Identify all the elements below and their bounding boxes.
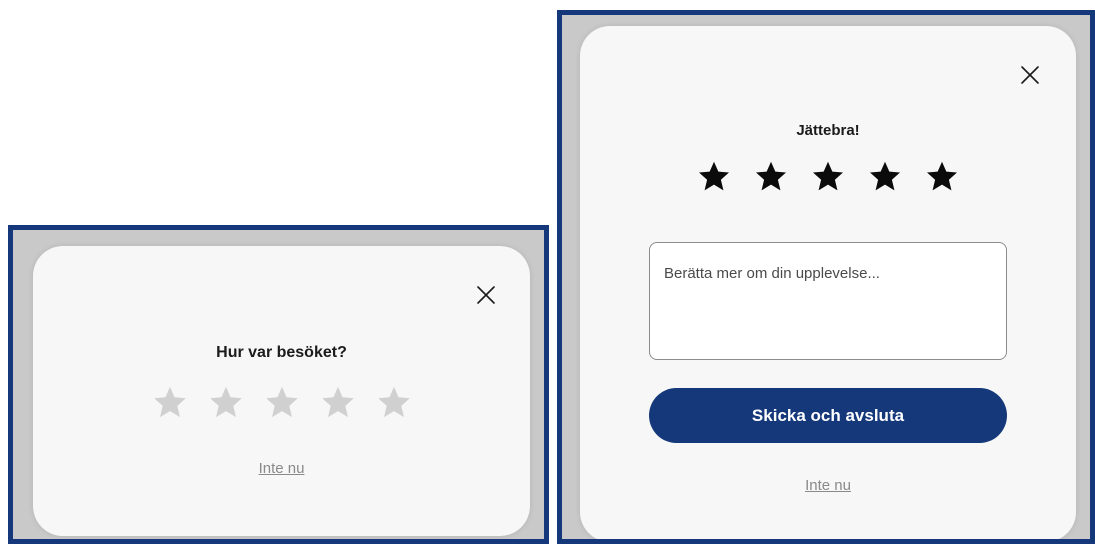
star-4-button[interactable] xyxy=(866,159,904,195)
star-1-button[interactable] xyxy=(150,384,190,422)
rating-card: Jättebra! Skicka och avsluta Inte nu xyxy=(580,26,1076,539)
not-now-link[interactable]: Inte nu xyxy=(33,460,530,477)
star-3-button[interactable] xyxy=(809,159,847,195)
rating-dialog-initial: Hur var besöket? Inte nu xyxy=(8,225,549,544)
close-button[interactable] xyxy=(1015,60,1045,90)
feedback-textarea[interactable] xyxy=(649,242,1007,360)
star-icon xyxy=(265,386,298,418)
star-icon xyxy=(813,161,843,191)
star-icon xyxy=(153,386,186,418)
star-icon xyxy=(209,386,242,418)
star-rating xyxy=(580,159,1076,195)
star-icon xyxy=(870,161,900,191)
rating-dialog-feedback: Jättebra! Skicka och avsluta Inte nu xyxy=(557,10,1095,544)
star-1-button[interactable] xyxy=(695,159,733,195)
dialog-title: Jättebra! xyxy=(796,122,860,139)
star-icon xyxy=(756,161,786,191)
star-2-button[interactable] xyxy=(752,159,790,195)
rating-card: Hur var besöket? Inte nu xyxy=(33,246,530,536)
star-icon xyxy=(377,386,410,418)
star-3-button[interactable] xyxy=(262,384,302,422)
star-icon xyxy=(927,161,957,191)
dialog-title: Hur var besöket? xyxy=(216,344,347,361)
close-icon xyxy=(477,286,495,304)
star-icon xyxy=(699,161,729,191)
star-2-button[interactable] xyxy=(206,384,246,422)
close-icon xyxy=(1021,66,1039,84)
not-now-link[interactable]: Inte nu xyxy=(580,477,1076,494)
star-4-button[interactable] xyxy=(318,384,358,422)
star-5-button[interactable] xyxy=(374,384,414,422)
star-icon xyxy=(321,386,354,418)
close-button[interactable] xyxy=(471,280,501,310)
star-rating xyxy=(33,384,530,422)
submit-button[interactable]: Skicka och avsluta xyxy=(649,388,1007,443)
star-5-button[interactable] xyxy=(923,159,961,195)
